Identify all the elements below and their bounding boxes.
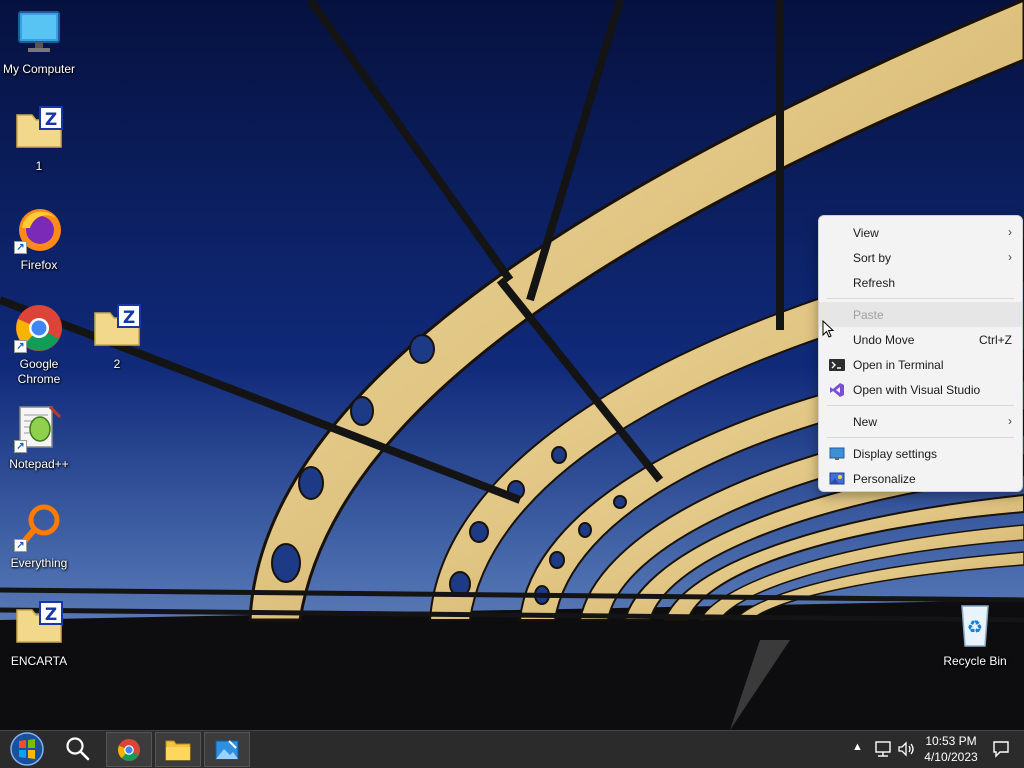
recycle-bin-icon: ♻: [950, 600, 1000, 650]
desktop-icon-label: ENCARTA: [10, 654, 68, 668]
mouse-cursor-icon: [822, 320, 834, 338]
desktop-icon-firefox[interactable]: ↗ Firefox: [1, 204, 77, 273]
start-button[interactable]: [4, 731, 50, 768]
chevron-right-icon: ›: [1008, 225, 1012, 239]
clock-time: 10:53 PM: [925, 734, 977, 748]
visual-studio-icon: [829, 382, 845, 398]
paint-icon: [215, 740, 239, 760]
desktop-icon-label: Recycle Bin: [943, 654, 1007, 668]
desktop-icon-my-computer[interactable]: My Computer: [1, 8, 77, 77]
menu-item-open-in-terminal[interactable]: Open in Terminal: [819, 352, 1022, 377]
menu-item-paste[interactable]: Paste: [819, 302, 1022, 327]
svg-text:♻: ♻: [967, 617, 983, 638]
menu-item-view[interactable]: View ›: [819, 220, 1022, 245]
menu-shortcut: Ctrl+Z: [979, 333, 1012, 347]
desktop-context-menu: View › Sort by › Refresh Paste Undo Move…: [818, 215, 1023, 492]
shortcut-arrow-icon: ↗: [14, 539, 27, 552]
notepad-plus-plus-icon: ↗: [14, 403, 64, 453]
desktop-icon-label: 1: [35, 159, 43, 173]
chevron-right-icon: ›: [1008, 414, 1012, 428]
display-icon: [829, 446, 845, 462]
chevron-right-icon: ›: [1008, 250, 1012, 264]
monitor-icon: [14, 8, 64, 58]
firefox-icon: ↗: [14, 204, 64, 254]
taskbar-app-chrome[interactable]: [106, 732, 152, 767]
zip-folder-icon: Z: [14, 105, 64, 155]
menu-item-undo-move[interactable]: Undo Move Ctrl+Z: [819, 327, 1022, 352]
menu-item-open-with-visual-studio[interactable]: Open with Visual Studio: [819, 377, 1022, 402]
desktop-icon-recycle-bin[interactable]: ♻ Recycle Bin: [937, 600, 1013, 669]
menu-separator: [827, 405, 1014, 406]
shortcut-arrow-icon: ↗: [14, 241, 27, 254]
desktop-icon-label: Google Chrome: [17, 357, 61, 386]
chrome-icon: [117, 738, 141, 762]
desktop-icon-label: My Computer: [2, 62, 76, 76]
search-icon: [66, 737, 90, 761]
menu-item-new[interactable]: New ›: [819, 409, 1022, 434]
desktop-icon-folder-1[interactable]: Z 1: [1, 105, 77, 174]
zip-folder-icon: Z: [14, 600, 64, 650]
desktop-icon-everything[interactable]: ↗ Everything: [1, 502, 77, 571]
chrome-icon: ↗: [14, 303, 64, 353]
desktop-icon-google-chrome[interactable]: ↗ Google Chrome: [1, 303, 77, 387]
chevron-up-icon[interactable]: ▲: [852, 741, 863, 753]
menu-separator: [827, 298, 1014, 299]
terminal-icon: [829, 357, 845, 373]
menu-separator: [827, 437, 1014, 438]
taskbar-app-file-explorer[interactable]: [155, 732, 201, 767]
svg-text:Z: Z: [45, 110, 57, 130]
notification-icon[interactable]: [992, 740, 1010, 758]
clock-date: 4/10/2023: [924, 750, 978, 764]
taskbar-clock[interactable]: 10:53 PM 4/10/2023: [918, 733, 984, 765]
personalize-icon: [829, 471, 845, 487]
network-icon[interactable]: [874, 741, 892, 757]
menu-item-display-settings[interactable]: Display settings: [819, 441, 1022, 466]
desktop-icon-label: 2: [113, 357, 121, 371]
taskbar-app-paint[interactable]: [204, 732, 250, 767]
zip-folder-icon: Z: [92, 303, 142, 353]
menu-item-refresh[interactable]: Refresh: [819, 270, 1022, 295]
volume-icon[interactable]: [898, 741, 916, 757]
menu-item-personalize[interactable]: Personalize: [819, 466, 1022, 491]
svg-text:Z: Z: [123, 308, 135, 328]
shortcut-arrow-icon: ↗: [14, 340, 27, 353]
desktop-icon-label: Notepad++: [9, 457, 69, 471]
desktop-icon-notepad-plus-plus[interactable]: ↗ Notepad++: [1, 403, 77, 472]
search-button[interactable]: [56, 731, 100, 768]
svg-text:Z: Z: [45, 605, 57, 625]
everything-search-icon: ↗: [14, 502, 64, 552]
shortcut-arrow-icon: ↗: [14, 440, 27, 453]
file-explorer-icon: [165, 740, 191, 761]
menu-item-sort-by[interactable]: Sort by ›: [819, 245, 1022, 270]
desktop-icon-folder-2[interactable]: Z 2: [79, 303, 155, 372]
desktop-icon-label: Everything: [10, 556, 68, 570]
taskbar: ▲ 10:53 PM 4/10/2023: [0, 730, 1024, 768]
desktop-icon-label: Firefox: [20, 258, 58, 272]
desktop-icon-encarta[interactable]: Z ENCARTA: [1, 600, 77, 669]
start-orb-icon: [10, 732, 44, 766]
